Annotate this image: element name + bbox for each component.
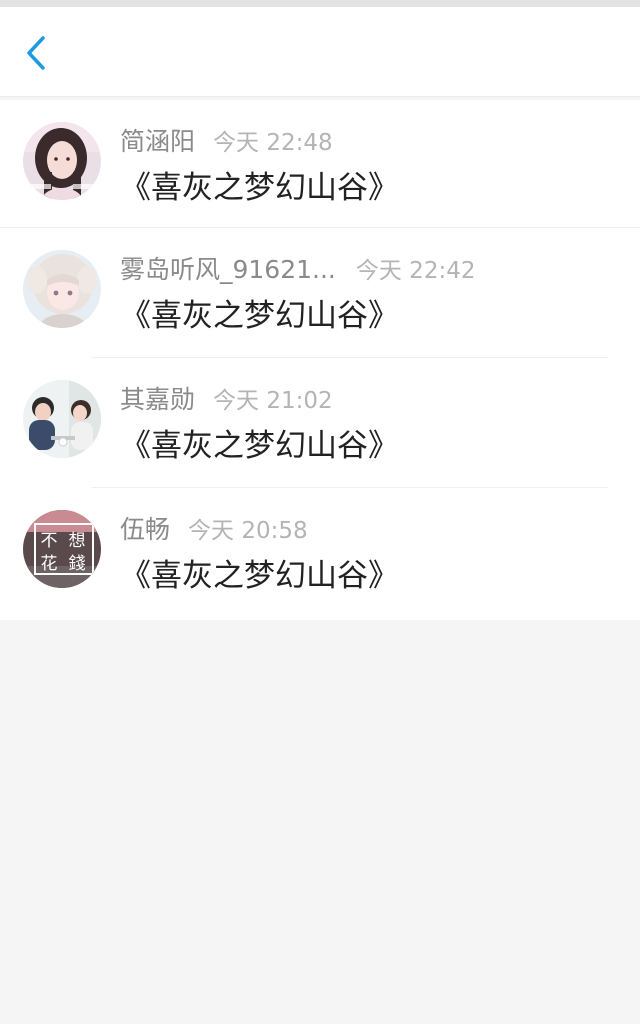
user-avatar[interactable]: [23, 122, 101, 200]
top-bar: [0, 7, 640, 97]
user-avatar[interactable]: 不 想 花 錢: [23, 510, 101, 588]
timestamp: 今天 22:48: [213, 130, 333, 156]
list-item[interactable]: 雾岛听风_91621... 今天 22:42 《喜灰之梦幻山谷》: [0, 228, 640, 358]
avatar-couple-image: [23, 380, 101, 458]
avatar-girl-image: [23, 122, 101, 200]
empty-area: [0, 620, 640, 1024]
list-item[interactable]: 简涵阳 今天 22:48 《喜灰之梦幻山谷》: [0, 100, 640, 228]
user-avatar[interactable]: [23, 250, 101, 328]
book-title[interactable]: 《喜灰之梦幻山谷》: [120, 550, 399, 595]
avatar-anime-girl-image: [23, 250, 101, 328]
timestamp: 今天 22:42: [355, 258, 476, 284]
username[interactable]: 简涵阳: [120, 122, 195, 158]
timestamp: 今天 21:02: [213, 388, 333, 414]
avatar-stamp-char: 想: [69, 531, 86, 551]
username[interactable]: 其嘉勋: [120, 380, 195, 416]
book-title[interactable]: 《喜灰之梦幻山谷》: [120, 290, 399, 335]
user-avatar[interactable]: [23, 380, 101, 458]
username[interactable]: 伍畅: [120, 510, 170, 546]
chevron-left-icon: [27, 36, 45, 70]
list-item[interactable]: 不 想 花 錢 伍畅 今天 20:58 《喜灰之梦幻山谷》: [0, 488, 640, 618]
book-title[interactable]: 《喜灰之梦幻山谷》: [120, 162, 399, 207]
status-bar: [0, 0, 640, 7]
avatar-stamp-char: 花: [41, 554, 58, 574]
timestamp: 今天 20:58: [188, 518, 308, 544]
avatar-stamp-char: 不: [41, 531, 58, 551]
reader-list: 简涵阳 今天 22:48 《喜灰之梦幻山谷》 雾岛听风_91621... 今天 …: [0, 100, 640, 634]
back-button[interactable]: [12, 29, 60, 77]
book-title[interactable]: 《喜灰之梦幻山谷》: [120, 420, 399, 465]
list-item[interactable]: 其嘉勋 今天 21:02 《喜灰之梦幻山谷》: [0, 358, 640, 488]
username[interactable]: 雾岛听风_91621...: [120, 250, 336, 286]
avatar-stamp-image: 不 想 花 錢: [23, 510, 101, 588]
avatar-stamp-char: 錢: [69, 554, 86, 574]
